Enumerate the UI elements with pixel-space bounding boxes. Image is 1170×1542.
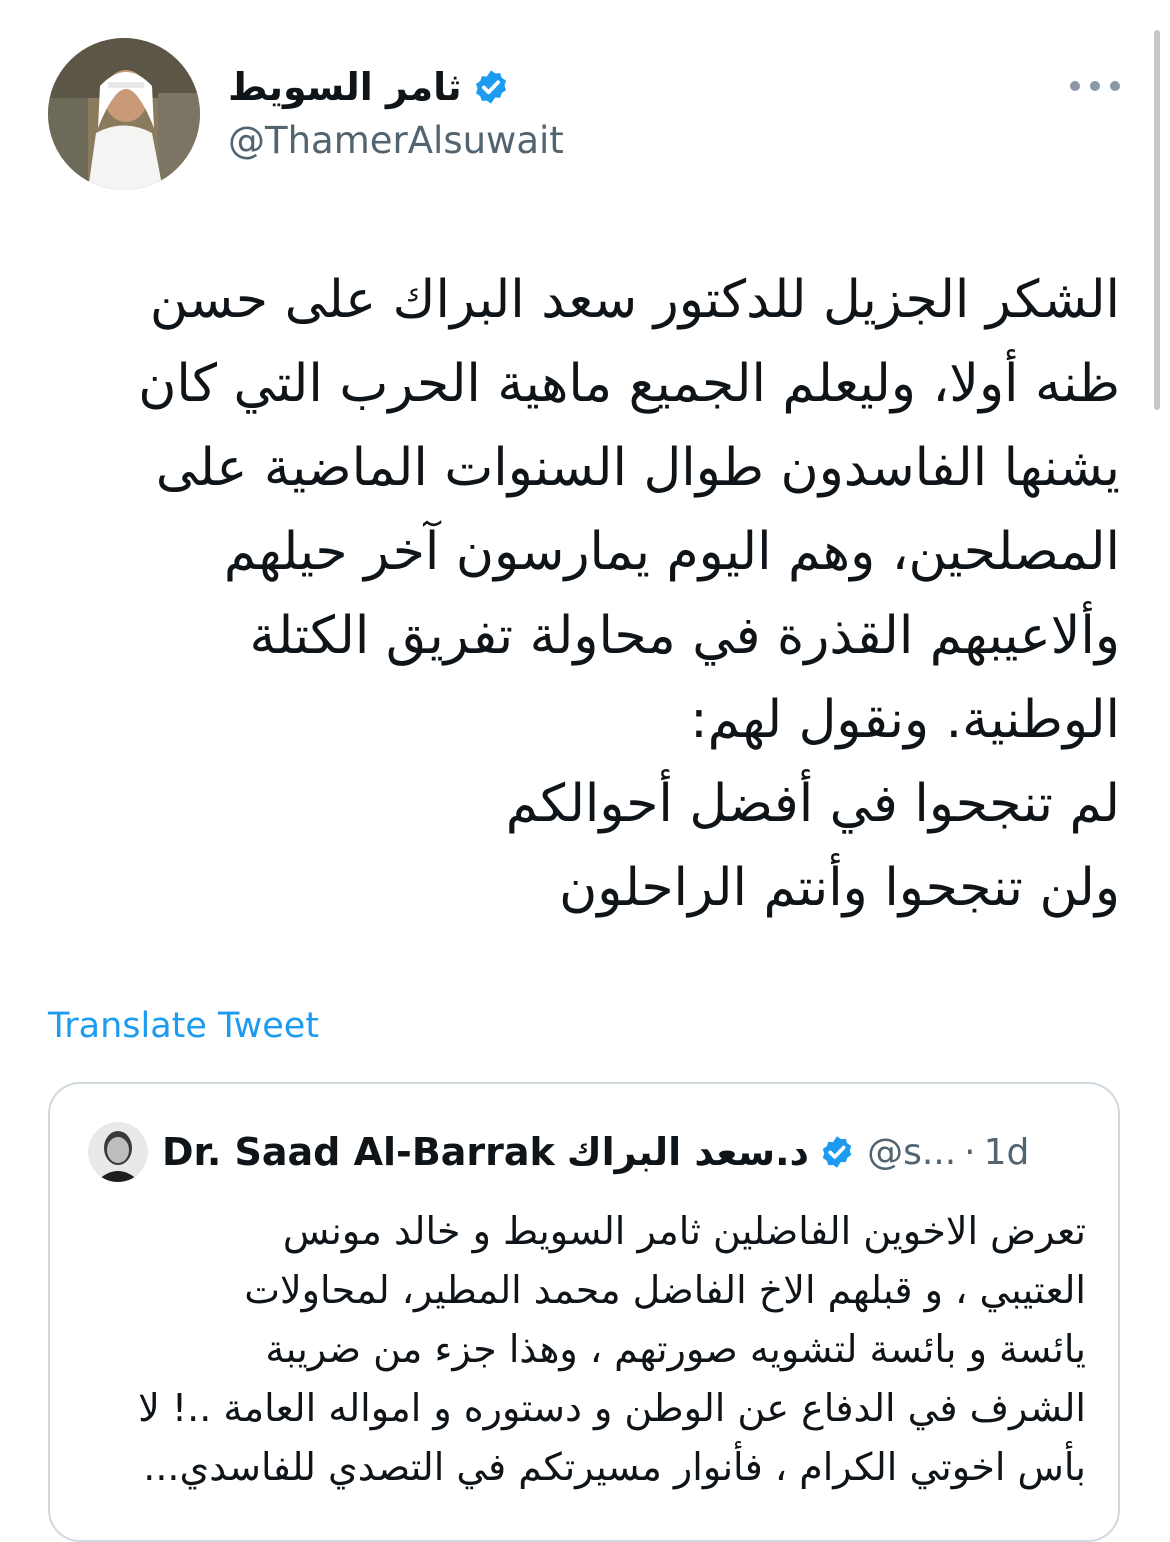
author-avatar[interactable]	[48, 38, 200, 190]
author-header: ثامر السويط @ThamerAlsuwait	[228, 62, 564, 164]
verified-badge-icon	[822, 1136, 852, 1168]
tweet-text: الشكر الجزيل للدكتور سعد البراك على حسن …	[138, 270, 1120, 918]
translate-tweet-link[interactable]: Translate Tweet	[48, 1000, 319, 1052]
quoted-author-name-arabic[interactable]: د.سعد البراك	[567, 1130, 809, 1174]
separator-dot: ·	[964, 1131, 976, 1173]
author-handle[interactable]: @ThamerAlsuwait	[228, 118, 564, 164]
quoted-tweet-card[interactable]: Dr. Saad Al-Barrak د.سعد البراك @s... · …	[48, 1082, 1120, 1542]
quoted-author-avatar[interactable]	[88, 1122, 148, 1182]
quoted-author-name[interactable]: Dr. Saad Al-Barrak	[162, 1130, 555, 1174]
author-display-name[interactable]: ثامر السويط	[228, 62, 462, 112]
quoted-tweet-header: Dr. Saad Al-Barrak د.سعد البراك @s... · …	[88, 1120, 1029, 1184]
verified-badge-icon	[475, 70, 506, 104]
scrollbar[interactable]	[1154, 30, 1160, 410]
quoted-tweet-text: تعرض الاخوين الفاضلين ثامر السويط و خالد…	[138, 1209, 1086, 1489]
more-dots-icon[interactable]	[1070, 74, 1120, 98]
quoted-tweet-time[interactable]: 1d	[984, 1132, 1030, 1173]
quoted-author-handle[interactable]: @s...	[867, 1132, 956, 1173]
